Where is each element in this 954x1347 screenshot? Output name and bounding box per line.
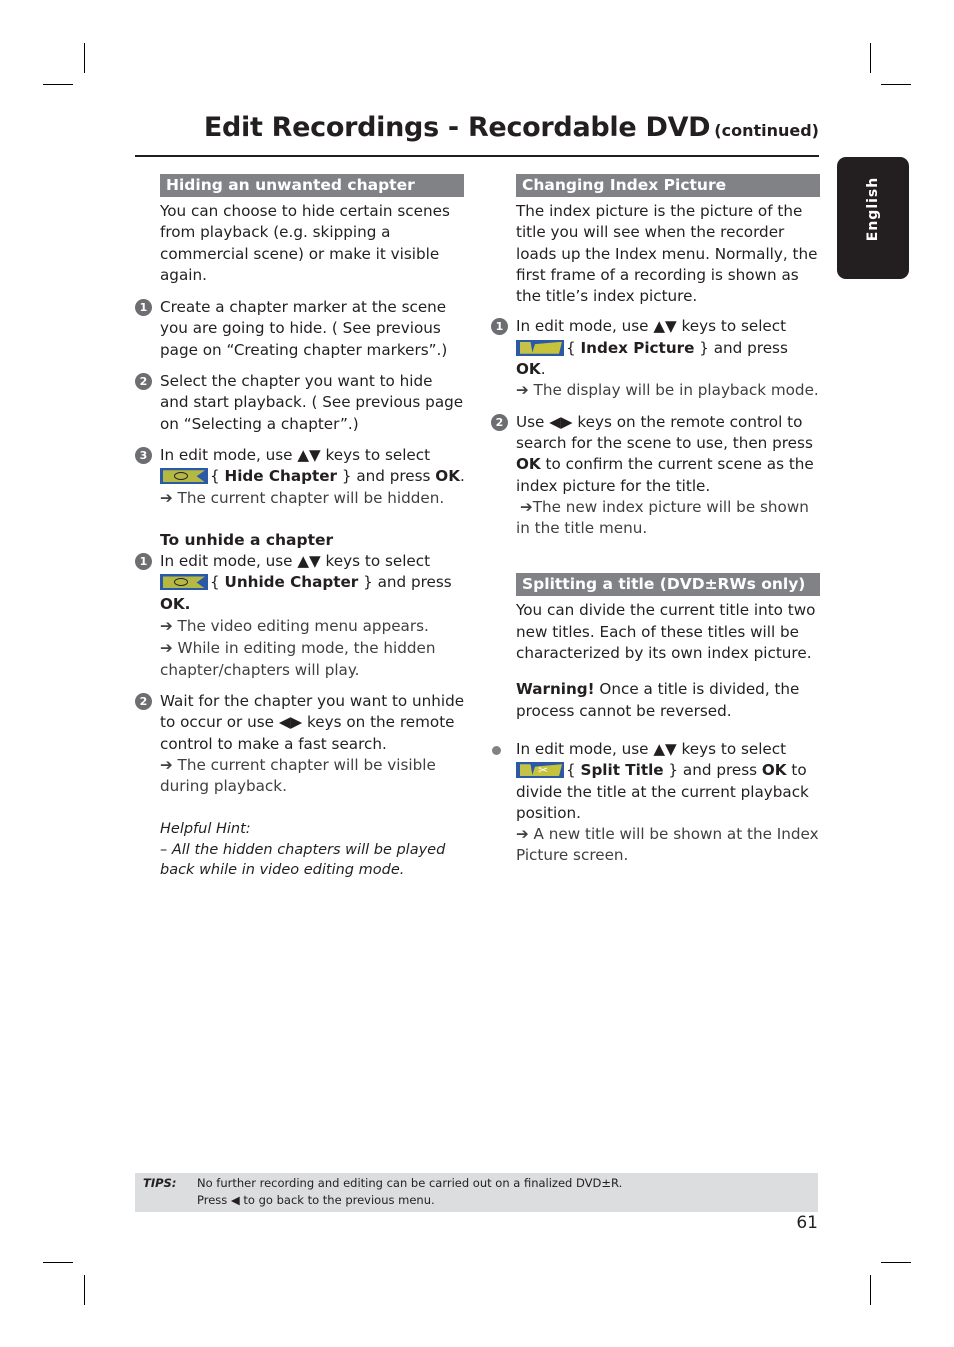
section-heading-hiding-chapter: Hiding an unwanted chapter <box>160 174 464 197</box>
tips-line: No further recording and editing can be … <box>197 1176 623 1190</box>
index-picture-icon <box>516 339 564 356</box>
bullet-icon <box>492 745 501 755</box>
ok-key: OK <box>516 455 541 474</box>
option-name: Unhide Chapter <box>224 573 359 592</box>
hint-text: – All the hidden chapters will be played… <box>160 841 446 879</box>
step-result: ➔ The video editing menu appears. <box>160 617 429 636</box>
option-name: Index Picture <box>580 338 695 357</box>
ok-key: OK <box>516 360 541 379</box>
step-item: 2 Use ◀▶ keys on the remote control to s… <box>491 412 821 540</box>
step-item: 2 Wait for the chapter you want to unhid… <box>135 691 465 797</box>
step-number-icon: 2 <box>135 692 152 710</box>
step-text: Create a chapter marker at the scene you… <box>160 298 448 359</box>
page-number: 61 <box>796 1213 818 1233</box>
step-text: In edit mode, use ▲▼ keys to select <box>160 552 431 571</box>
option-name: Split Title <box>580 761 664 780</box>
crop-mark <box>84 43 85 73</box>
warning-text: Warning! Once a title is divided, the pr… <box>516 680 800 720</box>
ok-key: OK <box>761 761 787 780</box>
step-text: In edit mode, use ▲▼ keys to select <box>516 739 787 758</box>
step-number-icon: 1 <box>491 318 508 336</box>
splitting-intro: You can divide the current title into tw… <box>516 601 816 663</box>
step-number-icon: 1 <box>135 299 152 317</box>
crop-mark <box>870 1275 871 1305</box>
step-item: 2 Select the chapter you want to hide an… <box>135 371 465 435</box>
tips-box: TIPS: No further recording and editing c… <box>135 1173 818 1212</box>
right-column: Changing Index Picture The index picture… <box>491 174 821 867</box>
step-text: Wait for the chapter you want to unhide … <box>160 691 465 753</box>
warning-label: Warning! <box>516 680 595 699</box>
page-header: Edit Recordings - Recordable DVD (continu… <box>135 112 819 143</box>
unhide-heading: To unhide a chapter <box>160 530 334 549</box>
page-title-continued: (continued) <box>714 121 819 140</box>
step-number-icon: 2 <box>491 413 508 431</box>
unhide-chapter-icon <box>160 574 208 591</box>
step-text: In edit mode, use ▲▼ keys to select <box>516 317 787 336</box>
section-heading-index-picture: Changing Index Picture <box>516 174 820 197</box>
step-item: 1 In edit mode, use ▲▼ keys to select { … <box>491 316 821 401</box>
step-result: ➔ A new title will be shown at the Index… <box>516 825 819 865</box>
hide-chapter-icon <box>160 468 208 485</box>
tips-label: TIPS: <box>143 1176 177 1190</box>
crop-mark <box>43 84 73 85</box>
step-number-icon: 2 <box>135 373 152 391</box>
step-text: In edit mode, use ▲▼ keys to select <box>160 445 431 464</box>
split-title-icon: ✂ <box>516 762 564 779</box>
language-tab-label: English <box>865 176 881 242</box>
step-number-icon: 3 <box>135 446 152 464</box>
step-item: 1 In edit mode, use ▲▼ keys to select { … <box>135 551 465 681</box>
step-result: ➔ While in editing mode, the hidden chap… <box>160 639 436 679</box>
step-number-icon: 1 <box>135 553 152 571</box>
crop-mark <box>43 1262 73 1263</box>
index-picture-intro: The index picture is the picture of the … <box>516 202 818 306</box>
title-divider <box>135 155 819 157</box>
left-column: Hiding an unwanted chapter You can choos… <box>135 174 465 881</box>
ok-key: OK. <box>160 594 191 613</box>
step-item: 1 Create a chapter marker at the scene y… <box>135 297 465 361</box>
step-text: Select the chapter you want to hide and … <box>160 372 464 433</box>
hint-title: Helpful Hint: <box>160 821 251 838</box>
crop-mark <box>870 43 871 73</box>
step-text: Use ◀▶ keys on the remote control to sea… <box>516 412 813 452</box>
option-name: Hide Chapter <box>224 467 338 486</box>
ok-key: OK <box>435 467 460 486</box>
step-item: In edit mode, use ▲▼ keys to select ✂{ S… <box>491 739 821 867</box>
step-item: 3 In edit mode, use ▲▼ keys to select { … <box>135 445 465 509</box>
page-title: Edit Recordings - Recordable DVD <box>203 112 711 143</box>
hiding-intro: You can choose to hide certain scenes fr… <box>160 202 450 284</box>
step-result: ➔The new index picture will be shown in … <box>516 497 809 538</box>
step-result: ➔ The current chapter will be visible du… <box>160 755 436 796</box>
crop-mark <box>84 1275 85 1305</box>
language-tab: English <box>837 157 909 279</box>
crop-mark <box>881 84 911 85</box>
tips-line: Press ◀ to go back to the previous menu. <box>197 1193 435 1207</box>
crop-mark <box>881 1262 911 1263</box>
step-result: ➔ The current chapter will be hidden. <box>160 488 445 507</box>
section-heading-splitting-title: Splitting a title (DVD±RWs only) <box>516 573 820 597</box>
step-result: ➔ The display will be in playback mode. <box>516 381 819 400</box>
